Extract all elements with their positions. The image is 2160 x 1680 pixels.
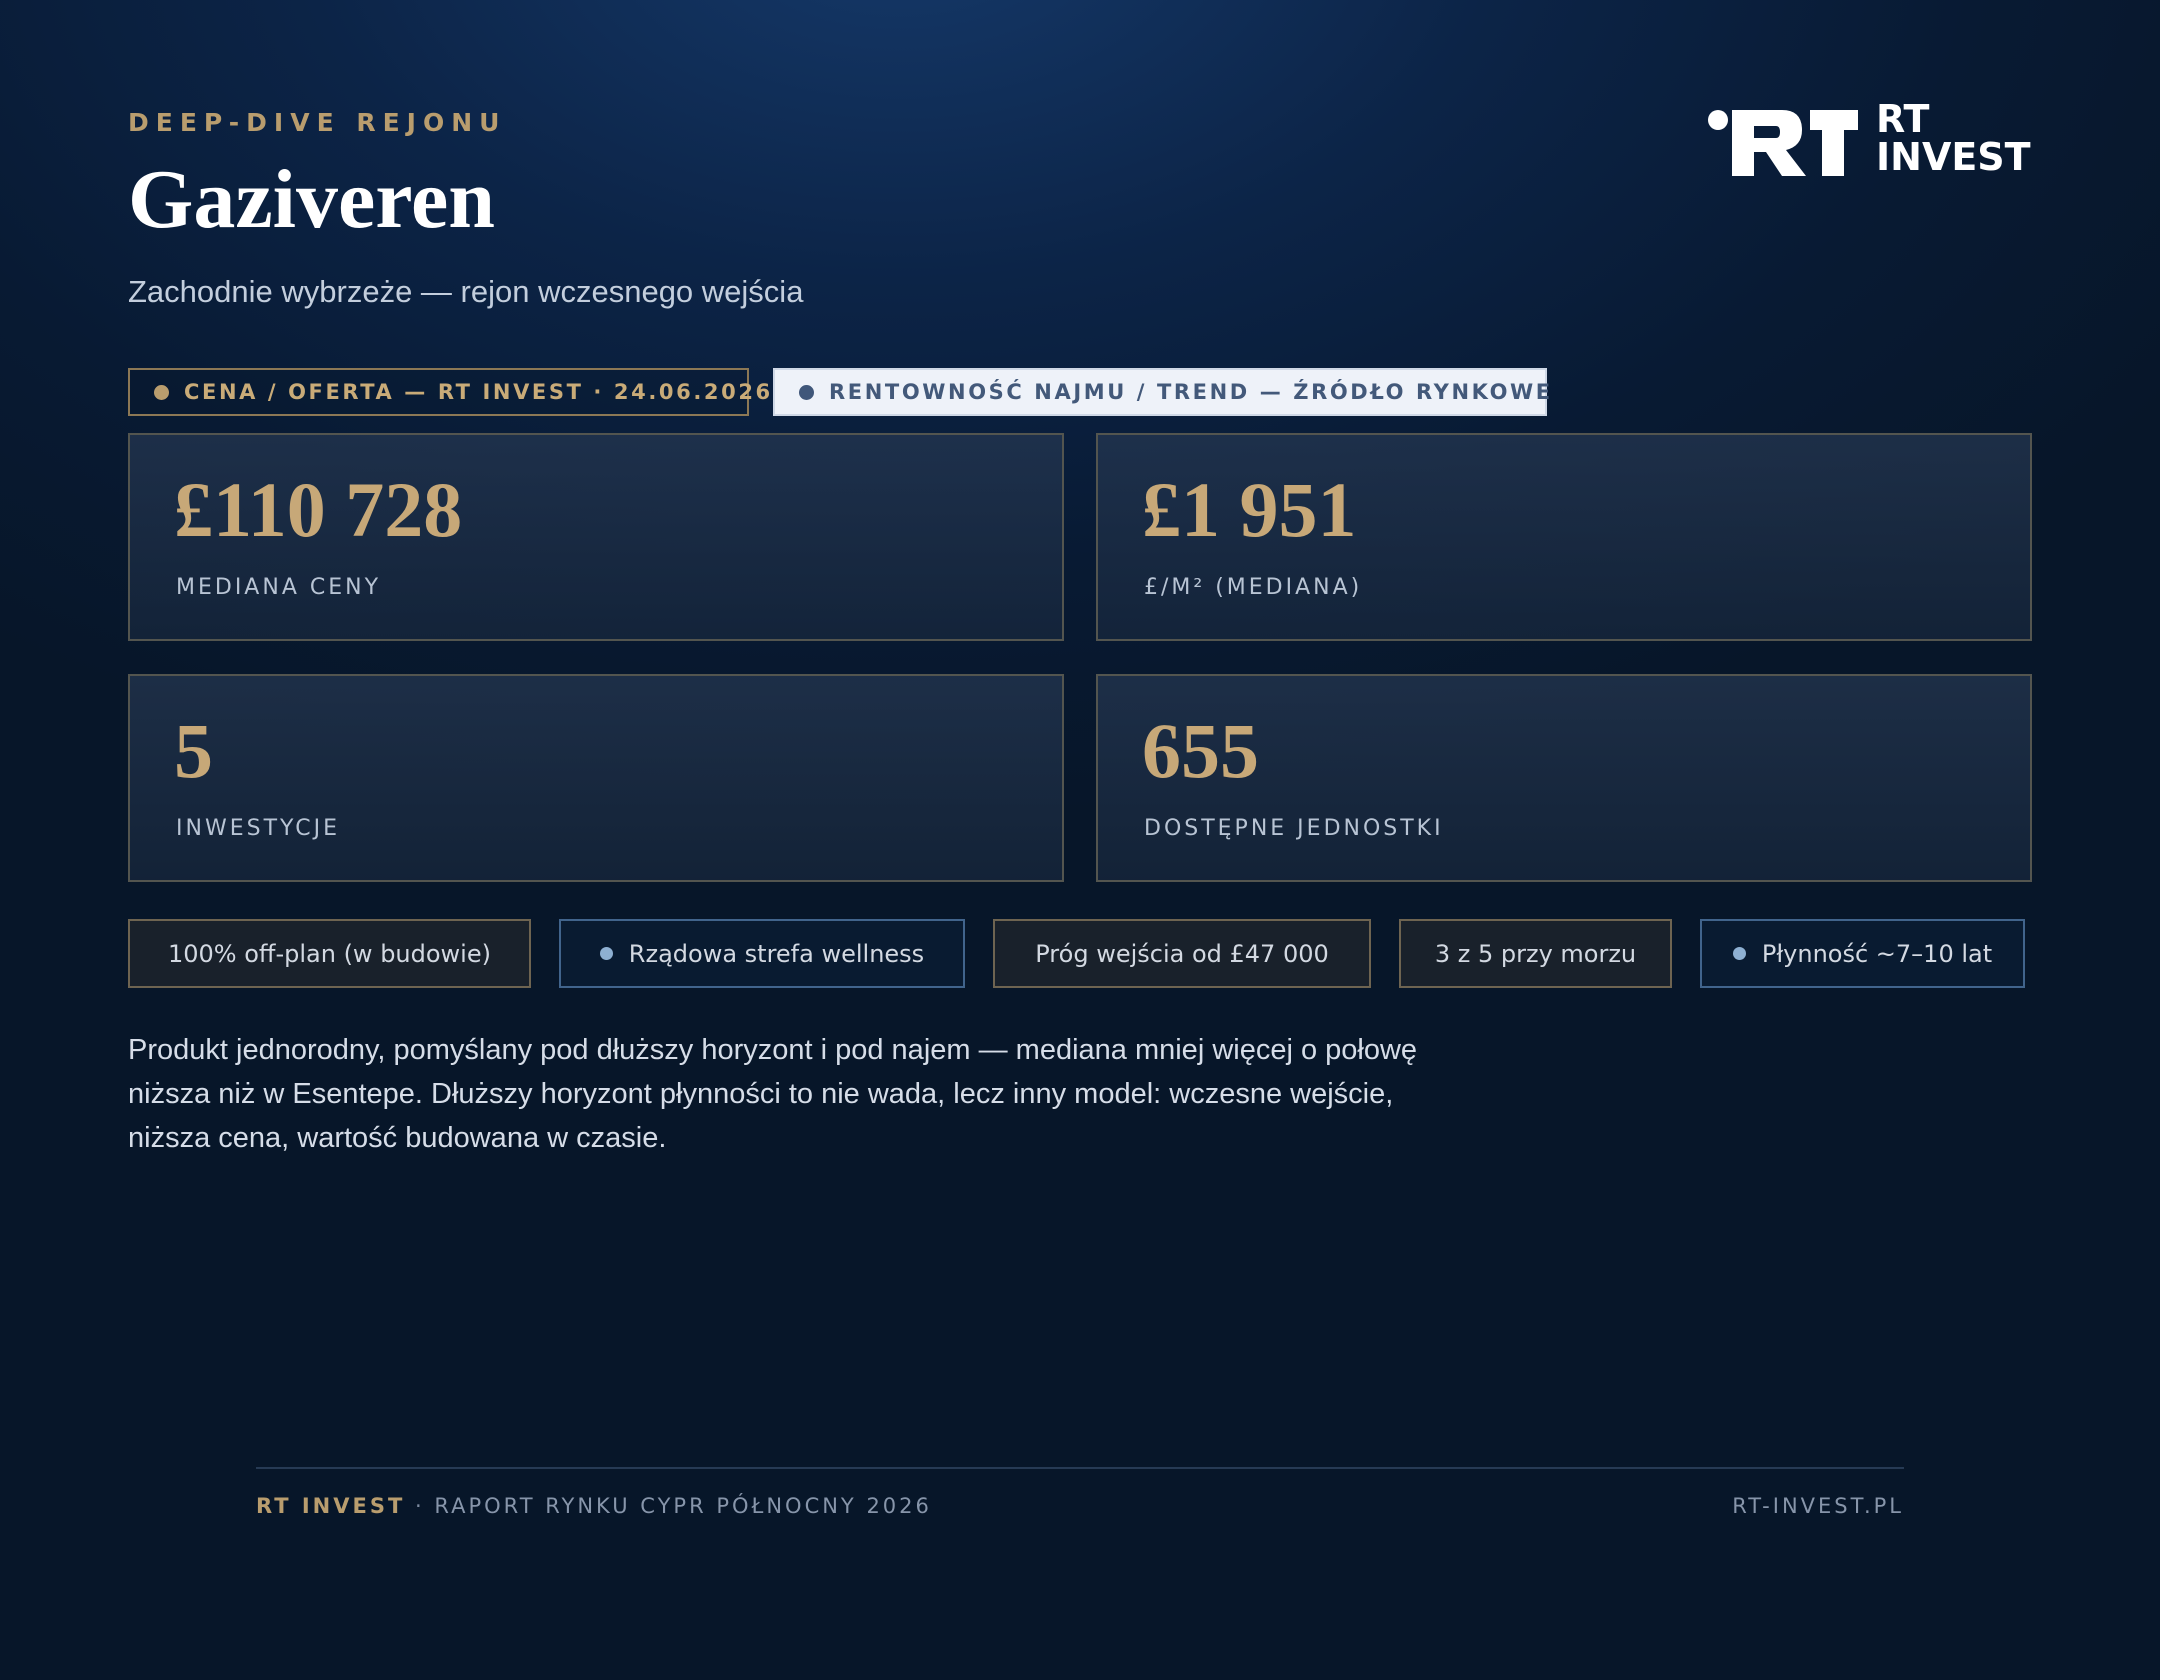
blue-dot-icon [1732, 947, 1746, 960]
chip-liquidity: Płynność ~7–10 lat [1700, 919, 2025, 988]
stat-label: £/M² (MEDIANA) [1144, 575, 1363, 600]
chip-label: Próg wejścia od £47 000 [1035, 939, 1329, 968]
stat-value: £1 951 [1142, 466, 1357, 553]
chip-label: 3 z 5 przy morzu [1434, 939, 1637, 968]
chip-off-plan: 100% off-plan (w budowie) [128, 919, 531, 988]
subtitle: Zachodnie wybrzeże — rejon wczesnego wej… [128, 274, 804, 309]
footer-credit: RT INVEST · RAPORT RYNKU CYPR PÓŁNOCNY 2… [256, 1494, 932, 1518]
rent-source-label: RENTOWNOŚĆ NAJMU / TREND — ŹRÓDŁO RYNKOW… [829, 380, 1553, 404]
eyebrow: DEEP-DIVE REJONU [128, 108, 507, 137]
stat-label: INWESTYCJE [176, 816, 340, 841]
stat-value: £110 728 [174, 466, 463, 553]
chip-entry-threshold: Próg wejścia od £47 000 [993, 919, 1371, 988]
logo-line-1: RT [1876, 97, 1930, 141]
gold-dot-icon [154, 384, 169, 400]
footer-separator: · [415, 1494, 425, 1518]
footer-divider [256, 1467, 1904, 1469]
stat-label: DOSTĘPNE JEDNOSTKI [1144, 816, 1444, 841]
rent-source-tag: RENTOWNOŚĆ NAJMU / TREND — ŹRÓDŁO RYNKOW… [773, 368, 1550, 416]
logo-wordmark: RT INVEST [1876, 100, 2031, 176]
stat-value: 655 [1142, 707, 1259, 794]
page-title: Gaziveren [128, 153, 496, 246]
chip-label: Rządowa strefa wellness [628, 939, 925, 968]
chip-label: Płynność ~7–10 lat [1761, 939, 1993, 968]
stat-value: 5 [174, 707, 213, 794]
chip-wellness-zone: Rządowa strefa wellness [559, 919, 965, 988]
stat-card-available-units: 655 DOSTĘPNE JEDNOSTKI [1096, 674, 2032, 882]
footer-brand: RT INVEST [256, 1494, 406, 1518]
stat-card-investments: 5 INWESTYCJE [128, 674, 1064, 882]
description: Produkt jednorodny, pomyślany pod dłuższ… [128, 1034, 1418, 1154]
price-source-tag: CENA / OFERTA — RT INVEST · 24.06.2026 [128, 368, 770, 416]
stat-card-price-per-sqm: £1 951 £/M² (MEDIANA) [1096, 433, 2032, 641]
blue-dot-icon [599, 947, 613, 960]
stat-card-median-price: £110 728 MEDIANA CENY [128, 433, 1064, 641]
footer-url[interactable]: RT-INVEST.PL [1732, 1494, 1904, 1518]
stat-label: MEDIANA CENY [176, 575, 382, 600]
blue-dot-icon [799, 384, 814, 400]
price-source-label: CENA / OFERTA — RT INVEST · 24.06.2026 [184, 380, 773, 404]
chip-seaside: 3 z 5 przy morzu [1399, 919, 1672, 988]
footer-report: RAPORT RYNKU CYPR PÓŁNOCNY 2026 [434, 1494, 932, 1518]
logo-line-2: INVEST [1876, 135, 2031, 179]
chip-label: 100% off-plan (w budowie) [168, 939, 491, 968]
